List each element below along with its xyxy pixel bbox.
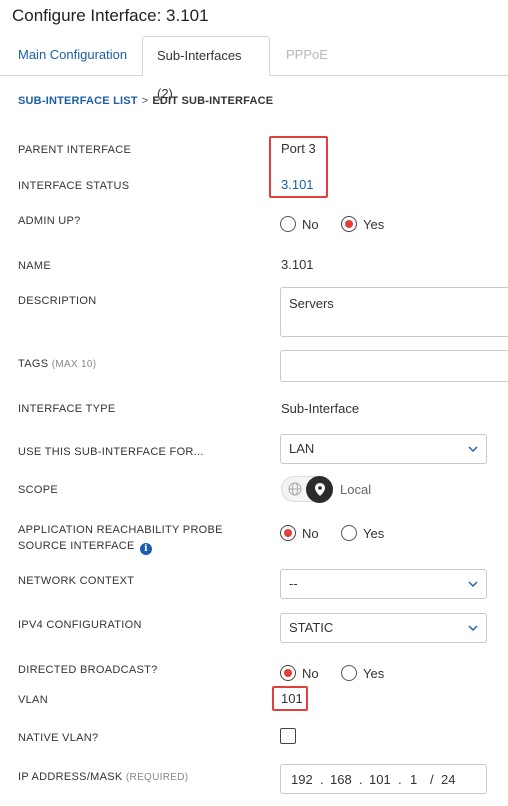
- window-title: Configure Interface: 3.101: [12, 6, 209, 25]
- interface-status-label: INTERFACE STATUS: [18, 180, 130, 192]
- app-probe-label-line2-wrap: SOURCE INTERFACE i: [18, 538, 223, 555]
- ip-mask[interactable]: 24: [441, 772, 455, 787]
- radio-label: No: [302, 216, 319, 232]
- name-value: 3.101: [281, 257, 314, 272]
- chevron-down-icon: [468, 581, 478, 587]
- ip-dot-3: .: [398, 772, 402, 787]
- radio-label: No: [302, 525, 319, 541]
- ip-dot-2: .: [359, 772, 363, 787]
- chevron-down-icon: [468, 625, 478, 631]
- ip-address-hint: (REQUIRED): [125, 772, 189, 783]
- ipv4-config-value: STATIC: [289, 620, 334, 635]
- admin-up-radio-yes[interactable]: Yes: [341, 216, 384, 232]
- tab-bar: Main Configuration Sub-Interfaces (2) PP…: [0, 36, 508, 101]
- globe-icon: [288, 482, 302, 496]
- ip-octet-1[interactable]: 192: [291, 772, 313, 787]
- native-vlan-label: NATIVE VLAN?: [18, 732, 99, 744]
- tags-input[interactable]: [280, 350, 508, 382]
- ip-slash: /: [430, 772, 434, 787]
- use-for-label: USE THIS SUB-INTERFACE FOR...: [18, 446, 204, 458]
- highlight-box-vlan: [272, 686, 308, 711]
- radio-label: Yes: [363, 216, 385, 232]
- use-for-select[interactable]: LAN: [280, 434, 487, 464]
- breadcrumb-separator: >: [141, 95, 149, 107]
- ip-octet-3[interactable]: 101: [369, 772, 391, 787]
- chevron-down-icon: [468, 446, 478, 452]
- ipv4-config-select[interactable]: STATIC: [280, 613, 487, 643]
- radio-circle-selected: [280, 665, 296, 681]
- tab-main-configuration[interactable]: Main Configuration: [4, 36, 141, 76]
- tags-hint: (MAX 10): [51, 359, 97, 370]
- description-label: DESCRIPTION: [18, 295, 97, 307]
- app-probe-label-line2: SOURCE INTERFACE: [18, 540, 135, 552]
- directed-broadcast-radio-no[interactable]: No: [280, 665, 319, 681]
- highlight-box-parent-status: [269, 136, 328, 198]
- app-probe-label-line1: APPLICATION REACHABILITY PROBE: [18, 524, 223, 536]
- network-context-select[interactable]: --: [280, 569, 487, 599]
- scope-toggle[interactable]: [281, 476, 333, 503]
- name-label: NAME: [18, 260, 51, 272]
- interface-type-value: Sub-Interface: [281, 401, 360, 416]
- native-vlan-checkbox[interactable]: [280, 728, 296, 744]
- radio-label: Yes: [363, 525, 385, 541]
- interface-type-label: INTERFACE TYPE: [18, 403, 116, 415]
- radio-circle: [341, 665, 357, 681]
- radio-circle-selected: [280, 525, 296, 541]
- network-context-value: --: [289, 576, 298, 591]
- radio-circle: [280, 216, 296, 232]
- admin-up-radio-no[interactable]: No: [280, 216, 319, 232]
- tags-label-text: TAGS: [18, 358, 49, 370]
- toggle-knob: [306, 476, 333, 503]
- vlan-label: VLAN: [18, 694, 48, 706]
- tab-pppoe: PPPoE: [286, 47, 328, 62]
- breadcrumb-sub-interface-list[interactable]: SUB-INTERFACE LIST: [18, 95, 138, 107]
- ipv4-config-label: IPV4 CONFIGURATION: [18, 619, 142, 631]
- radio-label: No: [302, 665, 319, 681]
- ip-address-label: IP ADDRESS/MASK (REQUIRED): [18, 769, 188, 786]
- description-textarea[interactable]: Servers: [280, 287, 508, 337]
- ip-dot-1: .: [320, 772, 324, 787]
- ip-octet-4[interactable]: 1: [410, 772, 417, 787]
- scope-label: SCOPE: [18, 484, 59, 496]
- directed-broadcast-radio-yes[interactable]: Yes: [341, 665, 384, 681]
- app-probe-label: APPLICATION REACHABILITY PROBE SOURCE IN…: [18, 522, 223, 555]
- description-text: Servers: [289, 296, 334, 311]
- app-probe-radio-yes[interactable]: Yes: [341, 525, 384, 541]
- parent-interface-label: PARENT INTERFACE: [18, 144, 132, 156]
- scope-value: Local: [340, 482, 372, 497]
- tags-label: TAGS (MAX 10): [18, 356, 96, 373]
- ip-address-label-text: IP ADDRESS/MASK: [18, 771, 123, 783]
- network-context-label: NETWORK CONTEXT: [18, 575, 135, 587]
- radio-label: Yes: [363, 665, 385, 681]
- info-icon[interactable]: i: [140, 543, 153, 555]
- directed-broadcast-label: DIRECTED BROADCAST?: [18, 664, 158, 676]
- app-probe-radio-no[interactable]: No: [280, 525, 319, 541]
- tab-sub-interfaces[interactable]: Sub-Interfaces (2): [142, 36, 270, 101]
- breadcrumb: SUB-INTERFACE LIST > EDIT SUB-INTERFACE: [18, 95, 273, 107]
- radio-circle: [341, 525, 357, 541]
- radio-circle-selected: [341, 216, 357, 232]
- use-for-value: LAN: [289, 441, 315, 456]
- admin-up-label: ADMIN UP?: [18, 215, 81, 227]
- ip-address-input[interactable]: 192 . 168 . 101 . 1 / 24: [280, 764, 487, 794]
- breadcrumb-current: EDIT SUB-INTERFACE: [152, 95, 274, 107]
- location-pin-icon: [314, 483, 325, 496]
- ip-octet-2[interactable]: 168: [330, 772, 352, 787]
